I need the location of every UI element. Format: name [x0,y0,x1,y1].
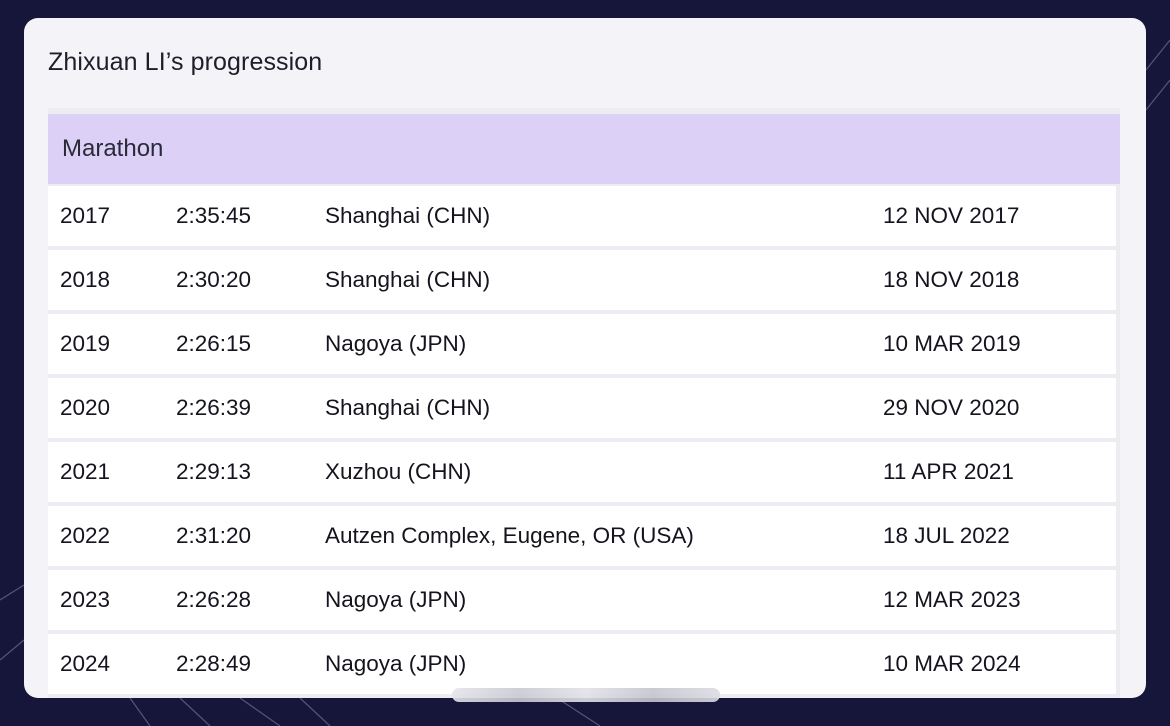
row-venue: Xuzhou (CHN) [325,459,472,484]
row-venue: Shanghai (CHN) [325,203,491,228]
row-mark: 2:30:20 [176,267,252,292]
row-date: 18 NOV 2018 [883,267,1020,292]
table-row: 2024 2:28:49 Nagoya (JPN) 10 MAR 2024 [48,634,1116,694]
row-mark: 2:28:49 [176,651,252,676]
table-row: 2017 2:35:45 Shanghai (CHN) 12 NOV 2017 [48,186,1116,246]
row-venue: Nagoya (JPN) [325,587,467,612]
page-title: Zhixuan LI’s progression [48,48,323,76]
table-row: 2020 2:26:39 Shanghai (CHN) 29 NOV 2020 [48,378,1116,438]
row-mark: 2:29:13 [176,459,252,484]
row-mark: 2:26:15 [176,331,252,356]
row-date: 18 JUL 2022 [883,523,1010,548]
row-year: 2017 [60,203,111,228]
row-year: 2024 [60,651,111,676]
row-date: 29 NOV 2020 [883,395,1020,420]
table-row: 2023 2:26:28 Nagoya (JPN) 12 MAR 2023 [48,570,1116,630]
row-year: 2018 [60,267,111,292]
row-date: 10 MAR 2019 [883,331,1021,356]
row-year: 2023 [60,587,111,612]
progression-rows: 2017 2:35:45 Shanghai (CHN) 12 NOV 2017 … [48,186,1116,698]
row-date: 12 NOV 2017 [883,203,1020,228]
row-date: 10 MAR 2024 [883,651,1021,676]
row-venue: Shanghai (CHN) [325,395,491,420]
row-venue: Nagoya (JPN) [325,651,467,676]
table-row: 2022 2:31:20 Autzen Complex, Eugene, OR … [48,506,1116,566]
row-mark: 2:26:39 [176,395,252,420]
row-mark: 2:35:45 [176,203,252,228]
table-row: 2019 2:26:15 Nagoya (JPN) 10 MAR 2019 [48,314,1116,374]
row-year: 2021 [60,459,111,484]
row-mark: 2:26:28 [176,587,252,612]
watermark-redaction [452,688,720,702]
row-year: 2022 [60,523,111,548]
row-year: 2019 [60,331,111,356]
table-row: 2018 2:30:20 Shanghai (CHN) 18 NOV 2018 [48,250,1116,310]
table-row: 2021 2:29:13 Xuzhou (CHN) 11 APR 2021 [48,442,1116,502]
row-venue: Nagoya (JPN) [325,331,467,356]
row-venue: Autzen Complex, Eugene, OR (USA) [325,523,694,548]
progression-card: Zhixuan LI’s progression Marathon 2017 2… [24,18,1146,698]
row-mark: 2:31:20 [176,523,252,548]
event-header: Marathon [48,114,1120,184]
row-date: 11 APR 2021 [883,459,1014,484]
row-venue: Shanghai (CHN) [325,267,491,292]
row-year: 2020 [60,395,111,420]
progression-table: Marathon 2017 2:35:45 Shanghai (CHN) 12 … [48,108,1120,698]
row-date: 12 MAR 2023 [883,587,1021,612]
event-name: Marathon [62,135,164,162]
